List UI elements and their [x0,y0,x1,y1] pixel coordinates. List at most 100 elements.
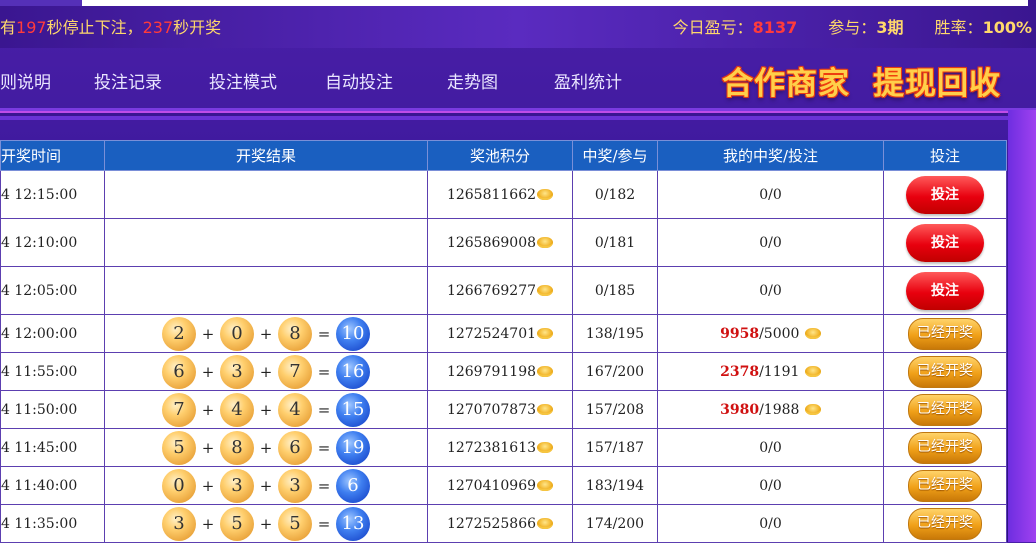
coin-icon [804,327,821,339]
draw-time: 4 12:05:00 [0,266,105,315]
my-win-bet-cell: 9958/5000 [657,314,884,353]
drawn-button[interactable]: 已经开奖 [908,393,982,426]
result-ball: 3 [162,506,196,541]
draw-time: 4 11:35:00 [0,504,105,543]
drawn-button[interactable]: 已经开奖 [908,431,982,464]
participate-label: 参与： [828,18,877,37]
my-win-bet-cell: 0/0 [657,466,884,505]
table-row: 4 11:35:00 3 +5 +5 = 13 1272525866 174/200 0/0 已经… [0,504,1007,543]
draw-result: 7 +4 +4 = 15 [104,390,428,429]
coin-icon [537,479,554,491]
promo-partner-link[interactable]: 合作商家 [722,58,850,103]
result-ball: 6 [278,430,312,465]
result-ball: 3 [220,354,254,389]
pool-points: 1272381613 [427,428,573,467]
equals-sign: = [317,514,331,533]
draw-time: 4 12:00:00 [0,314,105,353]
draw-time: 4 11:45:00 [0,428,105,467]
drawn-button[interactable]: 已经开奖 [908,507,982,540]
draw-result: 5 +8 +6 = 19 [104,428,428,467]
my-win-bet: 0/0 [759,515,782,532]
top-white-strip [82,0,1028,6]
participate-value: 3期 [876,18,904,37]
header-draw-time: 开奖时间 [0,140,105,171]
top-accent [0,0,82,6]
my-win-bet-cell: 3980/1988 [657,390,884,429]
promo-withdraw-link[interactable]: 提现回收 [873,58,1001,103]
coin-icon [537,403,554,415]
my-bet-amount: /1988 [759,401,800,418]
pool-points: 1270707873 [427,390,573,429]
coin-icon [537,517,554,529]
draw-result [104,266,428,315]
draw-result [104,170,428,219]
win-participate: 0/185 [572,266,658,315]
drawn-button[interactable]: 已经开奖 [908,469,982,502]
my-win-bet-cell: 2378/1191 [657,352,884,391]
coin-icon [804,365,821,377]
result-ball: 5 [162,430,196,465]
win-participate: 157/208 [572,390,658,429]
stop-seconds: 197 [16,18,47,37]
my-win-bet-cell: 0/0 [657,504,884,543]
bet-button[interactable]: 投注 [906,271,984,310]
result-sum-ball: 6 [336,468,370,503]
coin-icon [537,365,554,377]
bet-cell: 投注 [883,266,1007,315]
my-win-bet: 0/0 [759,282,782,299]
drawn-button[interactable]: 已经开奖 [908,317,982,350]
bet-button[interactable]: 投注 [906,175,984,214]
bet-cell: 已经开奖 [883,504,1007,543]
draw-result: 2 +0 +8 = 10 [104,314,428,353]
table-row: 4 12:15:00 1265811662 0/182 0/0 投注 [0,170,1007,219]
my-bet-amount: /5000 [759,325,800,342]
my-win-bet-cell: 0/0 [657,218,884,267]
equals-sign: = [317,476,331,495]
equals-sign: = [317,400,331,419]
bet-cell: 投注 [883,218,1007,267]
result-ball: 7 [278,354,312,389]
draw-result: 0 +3 +3 = 6 [104,466,428,505]
nav-item-bet-records[interactable]: 投注记录 [94,68,162,93]
draw-table: 开奖时间 开奖结果 奖池积分 中奖/参与 我的中奖/投注 投注 4 12:15:… [0,140,1007,543]
coin-icon [537,236,554,248]
pool-points: 1265811662 [427,170,573,219]
bet-button[interactable]: 投注 [906,223,984,262]
plus-sign: + [259,324,273,343]
plus-sign: + [259,362,273,381]
win-participate: 138/195 [572,314,658,353]
user-stats: 今日盈亏：8137 参与：3期 胜率：100% [673,14,1032,38]
result-ball: 5 [278,506,312,541]
winrate-label: 胜率： [934,18,983,37]
bet-cell: 投注 [883,170,1007,219]
bet-cell: 已经开奖 [883,314,1007,353]
nav-item-bet-mode[interactable]: 投注模式 [209,68,277,93]
result-ball: 8 [220,430,254,465]
table-row: 4 12:05:00 1266769277 0/185 0/0 投注 [0,266,1007,315]
nav-item-rules[interactable]: 则说明 [0,68,51,93]
header-my-win-bet: 我的中奖/投注 [657,140,884,171]
bet-cell: 已经开奖 [883,428,1007,467]
nav-item-auto-bet[interactable]: 自动投注 [325,68,393,93]
result-ball: 3 [278,468,312,503]
nav-item-trend-chart[interactable]: 走势图 [447,68,498,93]
pool-points: 1269791198 [427,352,573,391]
result-sum-ball: 16 [336,354,370,389]
draw-result [104,218,428,267]
drawn-button[interactable]: 已经开奖 [908,355,982,388]
win-participate: 174/200 [572,504,658,543]
plus-sign: + [201,324,215,343]
coin-icon [537,284,554,296]
result-ball: 0 [220,316,254,351]
pool-points: 1265869008 [427,218,573,267]
nav-item-profit-stats[interactable]: 盈利统计 [554,68,622,93]
table-row: 4 12:10:00 1265869008 0/181 0/0 投注 [0,218,1007,267]
table-row: 4 12:00:00 2 +0 +8 = 10 1272524701 138/195 9958/… [0,314,1007,353]
header-win-participate: 中奖/参与 [572,140,658,171]
win-participate: 157/187 [572,428,658,467]
plus-sign: + [201,362,215,381]
result-ball: 5 [220,506,254,541]
today-profit-value: 8137 [752,18,798,37]
bet-cell: 已经开奖 [883,390,1007,429]
my-bet-amount: /1191 [759,363,800,380]
